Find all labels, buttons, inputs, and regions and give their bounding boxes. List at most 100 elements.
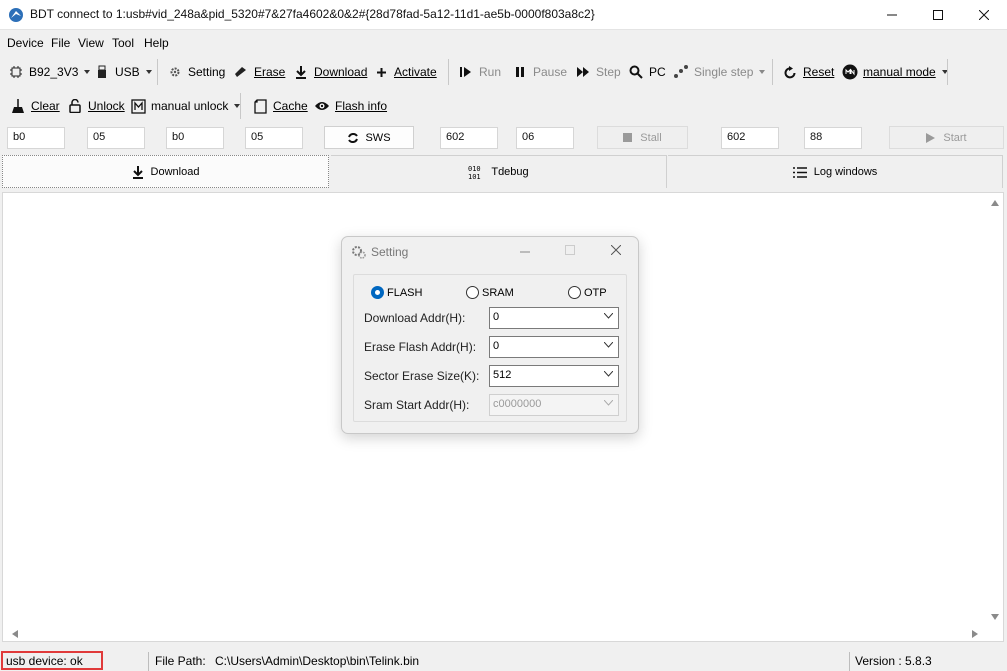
- start-button[interactable]: Start: [889, 126, 1004, 149]
- window-title: BDT connect to 1:usb#vid_248a&pid_5320#7…: [30, 7, 595, 21]
- usb-select[interactable]: USB: [94, 55, 152, 89]
- menu-bar: Device File View Tool Help: [0, 31, 1007, 55]
- file-path-value: C:\Users\Admin\Desktop\bin\Telink.bin: [215, 654, 420, 668]
- setting-button[interactable]: Setting: [167, 55, 225, 89]
- reg-field-1[interactable]: b0: [7, 127, 65, 149]
- svg-text:010: 010: [468, 165, 481, 173]
- menu-tool[interactable]: Tool: [112, 36, 134, 50]
- chip-icon: [8, 64, 24, 80]
- radio-otp[interactable]: OTP: [568, 286, 607, 299]
- radio-sram-label: SRAM: [482, 286, 514, 299]
- sram-start-addr-combo[interactable]: c0000000: [489, 394, 619, 416]
- activate-button[interactable]: Activate: [373, 55, 437, 89]
- stall-button[interactable]: Stall: [597, 126, 688, 149]
- list-icon: [792, 166, 807, 179]
- horizontal-scrollbar[interactable]: [3, 626, 988, 641]
- reg-field-2[interactable]: 05: [87, 127, 145, 149]
- pause-button[interactable]: Pause: [512, 55, 567, 89]
- download-button[interactable]: Download: [293, 55, 367, 89]
- tab-log-windows[interactable]: Log windows: [668, 155, 1003, 188]
- download-addr-combo[interactable]: 0: [489, 307, 619, 329]
- radio-otp-indicator: [568, 286, 581, 299]
- pc-label: PC: [649, 65, 666, 79]
- secondary-toolbar: Clear Unlock manual unlock Cache Flash i…: [0, 89, 1007, 123]
- download-label: Download: [314, 65, 368, 79]
- minimize-button[interactable]: [869, 0, 915, 30]
- reg-field-3[interactable]: b0: [166, 127, 224, 149]
- reset-label: Reset: [803, 65, 835, 79]
- radio-flash-indicator: [371, 286, 384, 299]
- reg-field-6[interactable]: 06: [516, 127, 574, 149]
- unlock-icon: [67, 98, 83, 114]
- step-icon: [575, 64, 591, 80]
- eraser-icon: [233, 64, 249, 80]
- tab-download[interactable]: Download: [2, 155, 329, 188]
- tab-tdebug-label: Tdebug: [491, 166, 529, 178]
- broom-icon: [10, 98, 26, 114]
- manual-unlock-icon: [130, 98, 146, 114]
- vertical-scrollbar[interactable]: [987, 193, 1003, 628]
- dialog-maximize-icon[interactable]: [565, 245, 575, 255]
- app-icon: [9, 8, 23, 22]
- chip-select[interactable]: B92_3V3: [8, 55, 91, 89]
- tab-tdebug[interactable]: 010 101 Tdebug: [331, 155, 667, 188]
- single-step-select[interactable]: Single step: [673, 55, 766, 89]
- close-button[interactable]: [961, 0, 1007, 30]
- sram-start-addr-label: Sram Start Addr(H):: [364, 398, 470, 412]
- sram-start-addr-value: c0000000: [493, 398, 542, 410]
- sws-button[interactable]: SWS: [324, 126, 414, 149]
- maximize-button[interactable]: [915, 0, 961, 30]
- dialog-title: Setting: [371, 245, 409, 259]
- dialog-minimize-icon[interactable]: [520, 251, 530, 253]
- cache-button[interactable]: Cache: [252, 89, 308, 123]
- binary-icon: 010 101: [468, 164, 484, 180]
- scroll-right-icon: [972, 630, 978, 638]
- svg-text:101: 101: [468, 173, 481, 180]
- step-button[interactable]: Step: [575, 55, 621, 89]
- chevron-down-icon: [604, 313, 613, 319]
- usb-icon: [94, 64, 110, 80]
- erase-button[interactable]: Erase: [233, 55, 285, 89]
- tab-bar: Download 010 101 Tdebug Log windows: [0, 155, 1007, 188]
- manual-mode-select[interactable]: manual mode: [842, 55, 948, 89]
- single-step-label: Single step: [694, 65, 754, 79]
- stall-label: Stall: [640, 131, 662, 144]
- menu-view[interactable]: View: [78, 36, 104, 50]
- scroll-down-icon: [991, 614, 999, 620]
- radio-otp-label: OTP: [584, 286, 607, 299]
- download-addr-value: 0: [493, 311, 500, 323]
- dialog-close-icon[interactable]: [611, 245, 621, 255]
- activate-label: Activate: [394, 65, 437, 79]
- menu-help[interactable]: Help: [144, 36, 169, 50]
- main-toolbar: B92_3V3 USB Setting Erase Download Activ…: [0, 55, 1007, 89]
- reg-field-4[interactable]: 05: [245, 127, 303, 149]
- sector-erase-size-label: Sector Erase Size(K):: [364, 369, 480, 383]
- radio-flash[interactable]: FLASH: [371, 286, 422, 299]
- close-icon: [979, 10, 989, 20]
- radio-flash-label: FLASH: [387, 286, 423, 299]
- reg-field-5[interactable]: 602: [440, 127, 498, 149]
- flash-info-button[interactable]: Flash info: [314, 89, 387, 123]
- version-label: Version : 5.8.3: [855, 654, 932, 668]
- minimize-icon: [887, 14, 897, 16]
- pause-icon: [512, 64, 528, 80]
- erase-flash-addr-combo[interactable]: 0: [489, 336, 619, 358]
- pc-button[interactable]: PC: [628, 55, 666, 89]
- menu-file[interactable]: File: [51, 36, 70, 50]
- unlock-button[interactable]: Unlock: [67, 89, 125, 123]
- erase-flash-addr-label: Erase Flash Addr(H):: [364, 340, 477, 354]
- manual-unlock-select[interactable]: manual unlock: [130, 89, 241, 123]
- scroll-left-icon: [12, 630, 18, 638]
- menu-device[interactable]: Device: [7, 36, 44, 50]
- radio-sram[interactable]: SRAM: [466, 286, 514, 299]
- maximize-icon: [933, 10, 943, 20]
- sector-erase-size-combo[interactable]: 512: [489, 365, 619, 387]
- erase-flash-addr-value: 0: [493, 340, 500, 352]
- reg-field-7[interactable]: 602: [721, 127, 779, 149]
- reset-button[interactable]: Reset: [782, 55, 834, 89]
- run-button[interactable]: Run: [458, 55, 501, 89]
- manual-mode-label: manual mode: [863, 65, 936, 79]
- flash-info-label: Flash info: [335, 99, 388, 113]
- clear-button[interactable]: Clear: [10, 89, 60, 123]
- reg-field-8[interactable]: 88: [804, 127, 862, 149]
